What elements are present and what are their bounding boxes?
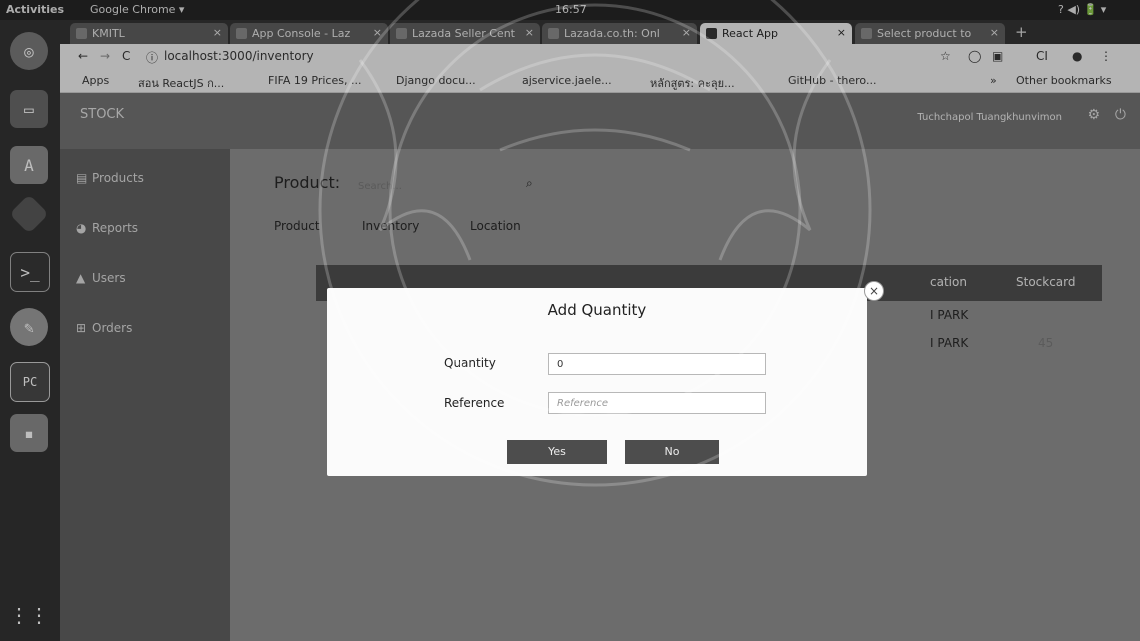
modal-close-button[interactable]: × (864, 281, 884, 301)
quantity-label: Quantity (444, 356, 496, 370)
no-button[interactable]: No (625, 440, 719, 464)
modal-title: Add Quantity (547, 301, 647, 319)
add-quantity-modal: Add Quantity × Quantity Reference Yes No (327, 281, 884, 476)
reference-label: Reference (444, 396, 505, 410)
reference-field[interactable] (548, 392, 766, 414)
quantity-field[interactable] (548, 353, 766, 375)
yes-button[interactable]: Yes (507, 440, 607, 464)
